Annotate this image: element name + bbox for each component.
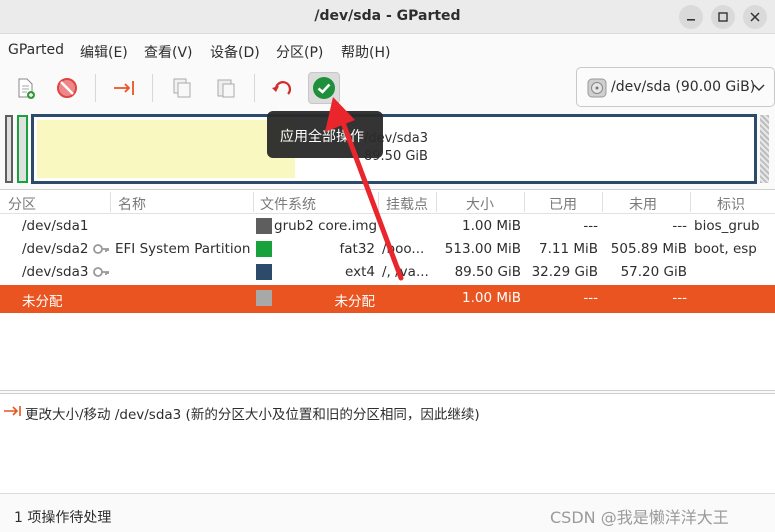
key-icon [93, 267, 109, 277]
cell-size: 1.00 MiB [461, 218, 521, 234]
unallocated-block[interactable] [760, 115, 769, 183]
cell-mountpoint: /boo... [382, 241, 425, 257]
fs-color-swatch [256, 241, 272, 257]
window-title: /dev/sda - GParted [314, 8, 461, 24]
close-button[interactable] [743, 5, 767, 29]
cell-flags: boot, esp [694, 241, 757, 257]
delete-icon [57, 78, 77, 98]
menu-view[interactable]: 查看(V) [144, 42, 193, 62]
col-unused[interactable]: 未用 [629, 194, 657, 214]
resize-arrow-icon [4, 406, 21, 416]
apply-tooltip: 应用全部操作 [267, 111, 383, 158]
partition-block-sda1[interactable] [5, 115, 13, 183]
menu-help[interactable]: 帮助(H) [341, 42, 390, 62]
col-used[interactable]: 已用 [549, 194, 577, 214]
disk-graphic: /dev/sda3 89.50 GiB [0, 110, 775, 188]
status-bar: 1 项操作待处理 CSDN @我是懒洋洋大王 [0, 493, 775, 532]
minimize-button[interactable] [679, 5, 703, 29]
resize-arrow-icon [114, 81, 134, 95]
col-size[interactable]: 大小 [466, 194, 494, 214]
used-space-fill [37, 120, 295, 178]
menu-device[interactable]: 设备(D) [210, 42, 260, 62]
apply-all-button[interactable] [308, 72, 340, 104]
cell-used: 32.29 GiB [531, 264, 598, 280]
cell-filesystem: ext4 [345, 264, 375, 280]
table-row[interactable]: /dev/sda2 EFI System Partition fat32 /bo… [0, 238, 775, 261]
paste-button[interactable] [210, 72, 242, 104]
menu-gparted[interactable]: GParted [8, 42, 64, 58]
cell-partition: /dev/sda2 [22, 241, 89, 257]
col-partition[interactable]: 分区 [8, 194, 36, 214]
operation-text: 更改大小/移动 /dev/sda3 (新的分区大小及位置和旧的分区相同，因此继续… [25, 407, 480, 423]
device-selector-label: /dev/sda (90.00 GiB) [611, 79, 756, 95]
pending-count: 1 项操作待处理 [14, 510, 112, 526]
device-selector[interactable]: /dev/sda (90.00 GiB) [576, 67, 775, 107]
cell-used: 7.11 MiB [538, 241, 598, 257]
menu-edit[interactable]: 编辑(E) [80, 42, 128, 62]
col-flags[interactable]: 标识 [717, 194, 745, 214]
copy-button[interactable] [166, 72, 198, 104]
resize-move-button[interactable] [108, 72, 140, 104]
cell-used: --- [583, 290, 598, 306]
delete-partition-button[interactable] [51, 72, 83, 104]
copy-icon [173, 78, 191, 98]
chevron-down-icon [753, 84, 765, 91]
cell-filesystem: grub2 core.img [274, 218, 378, 234]
col-mountpoint[interactable]: 挂载点 [386, 194, 428, 214]
cell-size: 513.00 MiB [444, 241, 521, 257]
cell-unused: --- [672, 218, 687, 234]
title-bar: /dev/sda - GParted [0, 0, 775, 34]
cell-size: 89.50 GiB [454, 264, 521, 280]
cell-filesystem: 未分配 [334, 294, 376, 310]
minimize-icon [687, 19, 695, 21]
table-header: 分区 名称 文件系统 挂载点 大小 已用 未用 标识 [0, 190, 775, 214]
cell-flags: bios_grub [694, 218, 760, 234]
fs-color-swatch [256, 218, 272, 234]
cell-partition: /dev/sda1 [22, 218, 89, 234]
table-row-selected[interactable]: 未分配 未分配 1.00 MiB --- --- [0, 285, 775, 313]
menu-bar: GParted 编辑(E) 查看(V) 设备(D) 分区(P) 帮助(H) [0, 34, 775, 66]
operation-item[interactable]: 更改大小/移动 /dev/sda3 (新的分区大小及位置和旧的分区相同，因此继续… [4, 403, 764, 423]
apply-check-icon [313, 77, 335, 99]
cell-filesystem: fat32 [339, 241, 376, 257]
paste-icon [217, 79, 235, 98]
maximize-button[interactable] [711, 5, 735, 29]
maximize-icon [718, 12, 728, 22]
new-document-icon [18, 78, 35, 99]
col-filesystem[interactable]: 文件系统 [260, 194, 316, 214]
table-row[interactable]: /dev/sda1 grub2 core.img 1.00 MiB --- --… [0, 215, 775, 238]
key-icon [93, 244, 109, 254]
cell-partition: 未分配 [22, 294, 63, 310]
close-icon [750, 12, 760, 22]
table-row[interactable]: /dev/sda3 ext4 /, /va... 89.50 GiB 32.29… [0, 261, 775, 284]
cell-used: --- [583, 218, 598, 234]
tooltip-text: 应用全部操作 [280, 129, 364, 145]
menu-partition[interactable]: 分区(P) [276, 42, 323, 62]
disk-icon [587, 78, 607, 98]
cell-partition: /dev/sda3 [22, 264, 89, 280]
cell-name: EFI System Partition [115, 241, 251, 257]
partition-block-sda2[interactable] [17, 115, 28, 183]
partition-table: 分区 名称 文件系统 挂载点 大小 已用 未用 标识 /dev/sda1 gru… [0, 189, 775, 391]
undo-icon [272, 81, 291, 95]
partition-block-sda3[interactable]: /dev/sda3 89.50 GiB [31, 114, 757, 184]
cell-mountpoint: /, /va... [382, 264, 429, 280]
watermark: CSDN @我是懒洋洋大王 [550, 508, 729, 527]
cell-unused: 505.89 MiB [610, 241, 687, 257]
col-name[interactable]: 名称 [118, 194, 146, 214]
cell-size: 1.00 MiB [461, 290, 521, 306]
fs-color-swatch [256, 290, 272, 306]
fs-color-swatch [256, 264, 272, 280]
cell-unused: --- [672, 290, 687, 306]
undo-button[interactable] [266, 72, 298, 104]
cell-unused: 57.20 GiB [620, 264, 687, 280]
new-partition-button[interactable] [9, 72, 41, 104]
pending-operations-list: 更改大小/移动 /dev/sda3 (新的分区大小及位置和旧的分区相同，因此继续… [0, 393, 775, 493]
